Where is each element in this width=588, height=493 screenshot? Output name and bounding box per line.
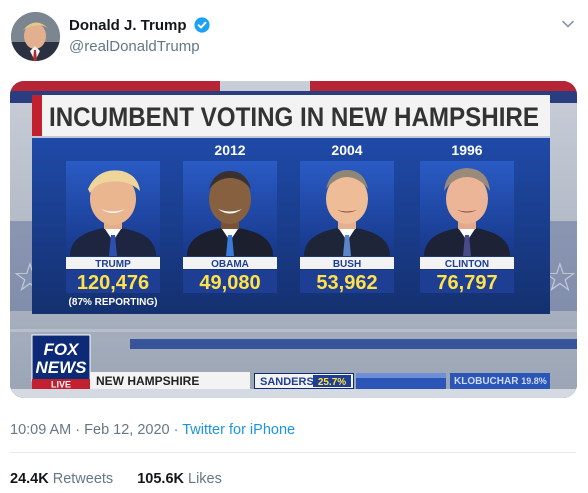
- divider: [10, 452, 576, 453]
- logo-live: LIVE: [51, 380, 71, 390]
- ticker-klobuchar-pct: 19.8%: [521, 376, 547, 386]
- author-name[interactable]: Donald J. Trump: [69, 17, 210, 34]
- tweet-date[interactable]: Feb 12, 2020: [84, 422, 169, 438]
- verified-badge-icon: [194, 17, 210, 33]
- candidate-card-trump: TRUMP 120,476 (87% REPORTING): [66, 161, 160, 308]
- likes-label: Likes: [188, 471, 222, 487]
- ticker-sanders-pct: 25.7%: [318, 377, 346, 388]
- retweets-stat[interactable]: 24.4K Retweets: [10, 471, 113, 487]
- reporting-note: (87% REPORTING): [69, 297, 158, 308]
- chevron-down-icon[interactable]: [560, 16, 576, 32]
- author-handle[interactable]: @realDonaldTrump: [69, 38, 200, 55]
- name-trump: TRUMP: [95, 259, 131, 270]
- likes-stat[interactable]: 105.6K Likes: [137, 471, 222, 487]
- candidate-card-bush: BUSH 53,962: [300, 161, 394, 294]
- author-name-text: Donald J. Trump: [69, 17, 187, 34]
- avatar-portrait: [11, 12, 60, 61]
- name-clinton: CLINTON: [445, 259, 489, 270]
- tweet-meta: 10:09 AM · Feb 12, 2020 · Twitter for iP…: [10, 422, 295, 438]
- retweets-count: 24.4K: [10, 471, 49, 487]
- year-clinton: 1996: [451, 142, 482, 158]
- meta-dot: ·: [169, 422, 183, 438]
- fox-news-logo: FOX NEWS LIVE: [31, 334, 91, 390]
- logo-news: NEWS: [36, 358, 88, 377]
- votes-bush: 53,962: [316, 272, 377, 294]
- tweet-source-link[interactable]: Twitter for iPhone: [182, 422, 295, 438]
- candidate-card-obama: OBAMA 49,080: [183, 161, 277, 294]
- ticker-state: NEW HAMPSHIRE: [96, 374, 199, 388]
- votes-obama: 49,080: [199, 272, 260, 294]
- likes-count: 105.6K: [137, 471, 184, 487]
- votes-clinton: 76,797: [436, 272, 497, 294]
- name-bush: BUSH: [333, 259, 361, 270]
- retweets-label: Retweets: [52, 471, 114, 487]
- tweet-image[interactable]: ☆ ☆ INCUMBENT VOTING IN NEW HAMPSHIRE 20…: [10, 81, 577, 398]
- logo-fox: FOX: [44, 340, 81, 359]
- year-bush: 2004: [331, 142, 362, 158]
- candidate-card-clinton: CLINTON 76,797: [420, 161, 514, 294]
- tv-graphic: ☆ ☆ INCUMBENT VOTING IN NEW HAMPSHIRE 20…: [10, 81, 577, 398]
- avatar[interactable]: [11, 12, 60, 61]
- tweet-stats: 24.4K Retweets 105.6K Likes: [10, 471, 222, 487]
- tweet-time[interactable]: 10:09 AM: [10, 422, 71, 438]
- year-obama: 2012: [214, 142, 245, 158]
- ticker-klobuchar: KLOBUCHAR: [454, 376, 519, 387]
- meta-dot: ·: [71, 422, 85, 438]
- graphic-title: INCUMBENT VOTING IN NEW HAMPSHIRE: [49, 102, 539, 132]
- name-obama: OBAMA: [211, 259, 249, 270]
- votes-trump: 120,476: [77, 272, 149, 294]
- ticker-sanders: SANDERS: [260, 376, 314, 388]
